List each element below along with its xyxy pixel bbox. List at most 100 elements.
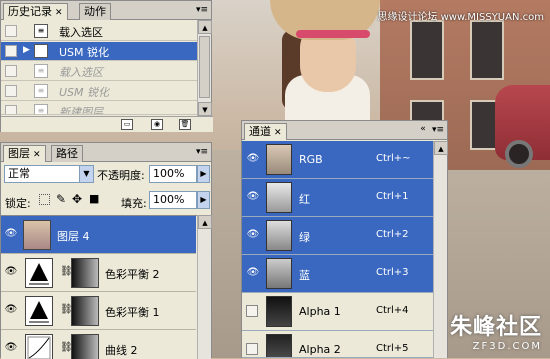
scroll-thumb[interactable] — [199, 36, 210, 98]
fill-input[interactable]: 100% — [149, 191, 197, 209]
channel-name: 绿 — [299, 231, 310, 244]
tab-history[interactable]: 历史记录 ✕ — [3, 3, 68, 20]
channel-row-alpha1[interactable]: Alpha 1 Ctrl+4 — [242, 293, 434, 331]
close-icon[interactable]: ✕ — [274, 128, 282, 138]
eye-icon[interactable]: 👁 — [3, 265, 19, 279]
blend-mode-value: 正常 — [8, 167, 30, 180]
snapshot-checkbox[interactable] — [5, 25, 17, 37]
eye-icon[interactable]: 👁 — [3, 227, 19, 241]
channel-thumbnail — [266, 220, 292, 251]
layer-name: 色彩平衡 2 — [105, 268, 160, 281]
panel-menu-icon[interactable]: ▾≡ — [432, 124, 444, 136]
eye-icon[interactable]: 👁 — [245, 152, 261, 166]
history-row[interactable]: ≡ 新建图层 — [1, 102, 199, 115]
scroll-up-icon[interactable]: ▲ — [198, 215, 212, 229]
layers-panel: 图层 ✕ 路径 ▾≡ 正常 ▼ 不透明度: 100% ▶ 锁定: ✎ ✥ ■ 填充… — [0, 142, 212, 359]
eye-icon[interactable]: 👁 — [3, 303, 19, 317]
layer-row[interactable]: 👁 ⛓ 曲线 2 — [1, 330, 196, 359]
visibility-checkbox[interactable] — [246, 305, 258, 317]
layer-row[interactable]: 👁 ⛓ 色彩平衡 1 — [1, 292, 196, 330]
channel-row-red[interactable]: 👁 红 Ctrl+1 — [242, 179, 434, 217]
history-row[interactable]: ≡ USM 锐化 — [1, 82, 199, 101]
lock-brush-icon[interactable]: ✎ — [56, 192, 66, 206]
channels-scrollbar[interactable]: ▲ — [433, 141, 448, 358]
chevron-down-icon[interactable]: ▼ — [79, 166, 93, 182]
layer-mask-thumbnail[interactable] — [71, 258, 99, 288]
panel-menu-icon[interactable]: ▾≡ — [196, 146, 208, 158]
tab-channels[interactable]: 通道 ✕ — [244, 123, 287, 140]
scroll-down-icon[interactable]: ▼ — [198, 102, 212, 116]
tab-history-label: 历史记录 — [8, 5, 52, 18]
history-row-selected[interactable]: ▶ ≡ USM 锐化 — [1, 42, 199, 61]
history-row[interactable]: ≡ 载入选区 — [1, 62, 199, 81]
eye-icon[interactable]: 👁 — [245, 190, 261, 204]
tab-channels-label: 通道 — [249, 125, 271, 138]
layer-name: 色彩平衡 1 — [105, 306, 160, 319]
visibility-checkbox[interactable] — [246, 343, 258, 355]
opacity-value: 100% — [153, 167, 185, 180]
lock-move-icon[interactable]: ✥ — [72, 192, 82, 206]
history-row-label: USM 锐化 — [59, 46, 110, 59]
tab-paths[interactable]: 路径 — [51, 145, 83, 162]
opacity-slider-icon[interactable]: ▶ — [197, 165, 210, 183]
channel-row-alpha2[interactable]: Alpha 2 Ctrl+5 — [242, 331, 434, 358]
channel-thumbnail — [266, 182, 292, 213]
blend-mode-select[interactable]: 正常 ▼ — [4, 165, 94, 183]
channel-shortcut: Ctrl+1 — [376, 191, 409, 202]
snapshot-checkbox[interactable] — [5, 85, 17, 97]
history-row-label: USM 锐化 — [59, 86, 110, 99]
collapse-icon[interactable]: « — [417, 124, 429, 134]
channel-shortcut: Ctrl+3 — [376, 267, 409, 278]
layers-scrollbar[interactable]: ▲ — [197, 215, 212, 359]
layer-row-selected[interactable]: 👁 图层 4 — [1, 216, 196, 254]
channel-name: 红 — [299, 193, 310, 206]
lock-all-icon[interactable]: ■ — [89, 192, 99, 205]
channel-thumbnail — [266, 144, 292, 175]
logo-line1: 朱峰社区 — [449, 315, 542, 340]
tab-actions[interactable]: 动作 — [79, 3, 111, 20]
history-row[interactable]: ≡ 载入选区 — [1, 22, 199, 41]
layer-mask-thumbnail[interactable] — [71, 296, 99, 326]
history-footer: ▭ ◉ 🗑 — [1, 116, 213, 132]
opacity-input[interactable]: 100% — [149, 165, 197, 183]
layer-row[interactable]: 👁 ⛓ 色彩平衡 2 — [1, 254, 196, 292]
new-document-from-state-icon[interactable]: ▭ — [121, 119, 133, 130]
close-icon[interactable]: ✕ — [55, 8, 63, 18]
history-step-icon: ≡ — [34, 44, 48, 58]
channel-row-rgb[interactable]: 👁 RGB Ctrl+~ — [242, 141, 434, 179]
color-balance-icon — [25, 296, 53, 326]
close-icon[interactable]: ✕ — [33, 150, 41, 160]
channel-row-blue[interactable]: 👁 蓝 Ctrl+3 — [242, 255, 434, 293]
snapshot-checkbox[interactable] — [5, 65, 17, 77]
lock-transparency-icon[interactable] — [39, 194, 50, 205]
eye-icon[interactable]: 👁 — [3, 341, 19, 355]
layers-tabbar: 图层 ✕ 路径 ▾≡ — [1, 143, 211, 162]
layer-mask-thumbnail[interactable] — [71, 334, 99, 359]
logo-line2: ZF3D.COM — [472, 341, 542, 352]
trash-icon[interactable]: 🗑 — [179, 119, 191, 130]
curves-icon — [25, 334, 53, 359]
fill-slider-icon[interactable]: ▶ — [197, 191, 210, 209]
history-row-label: 载入选区 — [59, 26, 103, 39]
eye-icon[interactable]: 👁 — [245, 266, 261, 280]
snapshot-checkbox[interactable] — [5, 45, 17, 57]
eye-icon[interactable]: 👁 — [245, 228, 261, 242]
tab-layers[interactable]: 图层 ✕ — [3, 145, 46, 162]
history-step-icon: ≡ — [34, 24, 48, 38]
channel-shortcut: Ctrl+4 — [376, 305, 409, 316]
channel-thumbnail — [266, 334, 292, 357]
tab-paths-label: 路径 — [56, 147, 78, 160]
scroll-up-icon[interactable]: ▲ — [198, 20, 212, 34]
opacity-label: 不透明度: — [97, 169, 145, 182]
scroll-up-icon[interactable]: ▲ — [434, 141, 448, 155]
watermark-logo: 朱峰社区 ZF3D.COM — [450, 309, 542, 352]
new-snapshot-icon[interactable]: ◉ — [151, 119, 163, 130]
channel-name: RGB — [299, 153, 323, 166]
channel-row-green[interactable]: 👁 绿 Ctrl+2 — [242, 217, 434, 255]
snapshot-checkbox[interactable] — [5, 105, 17, 114]
panel-menu-icon[interactable]: ▾≡ — [196, 4, 208, 16]
history-row-label: 载入选区 — [59, 66, 103, 79]
history-scrollbar[interactable]: ▲ ▼ — [197, 20, 212, 116]
channel-thumbnail — [266, 296, 292, 327]
tab-layers-label: 图层 — [8, 147, 30, 160]
